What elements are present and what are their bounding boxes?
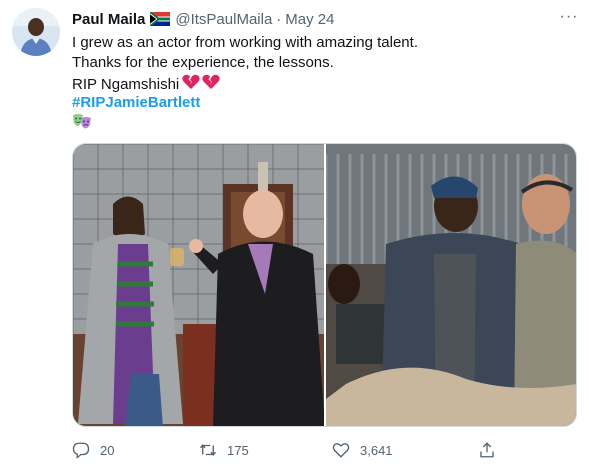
share-icon <box>480 442 494 458</box>
tweet-header: Paul Maila @ItsPaulMaila · May 24 <box>72 9 335 29</box>
reply-icon <box>72 442 90 459</box>
tweet-actions: 20 175 3,641 <box>72 438 577 462</box>
like-button[interactable]: 3,641 <box>332 438 393 462</box>
heart-icon <box>332 443 350 458</box>
media-photo-2[interactable] <box>326 144 576 426</box>
author-handle[interactable]: @ItsPaulMaila <box>175 11 272 28</box>
tweet-text-line-3: RIP Ngamshishi <box>72 73 572 93</box>
retweet-count: 175 <box>227 442 249 458</box>
share-button[interactable] <box>478 438 496 462</box>
tweet[interactable]: Paul Maila @ItsPaulMaila · May 24 ··· I … <box>0 0 589 464</box>
tweet-text-line-1: I grew as an actor from working with ama… <box>72 34 418 51</box>
reply-button[interactable]: 20 <box>72 438 114 462</box>
retweet-icon <box>199 444 217 456</box>
tweet-media[interactable] <box>72 143 577 427</box>
separator-dot: · <box>276 10 282 28</box>
theater-masks-icon <box>72 113 572 133</box>
hashtag-link[interactable]: #RIPJamieBartlett <box>72 93 572 113</box>
tweet-text: I grew as an actor from working with ama… <box>72 33 572 133</box>
like-count: 3,641 <box>360 442 393 458</box>
tweet-text-line-2: Thanks for the experience, the lessons. <box>72 54 334 71</box>
broken-heart-icon <box>182 74 200 89</box>
tweet-date[interactable]: May 24 <box>285 11 334 28</box>
rip-text: RIP Ngamshishi <box>72 76 180 93</box>
media-photo-1[interactable] <box>73 144 324 426</box>
author-name[interactable]: Paul Maila <box>72 11 145 28</box>
south-africa-flag-icon <box>149 11 171 27</box>
author-avatar[interactable] <box>12 8 60 56</box>
broken-heart-icon <box>202 74 220 89</box>
more-icon[interactable]: ··· <box>558 8 580 28</box>
reply-count: 20 <box>100 442 115 458</box>
retweet-button[interactable]: 175 <box>199 438 249 462</box>
